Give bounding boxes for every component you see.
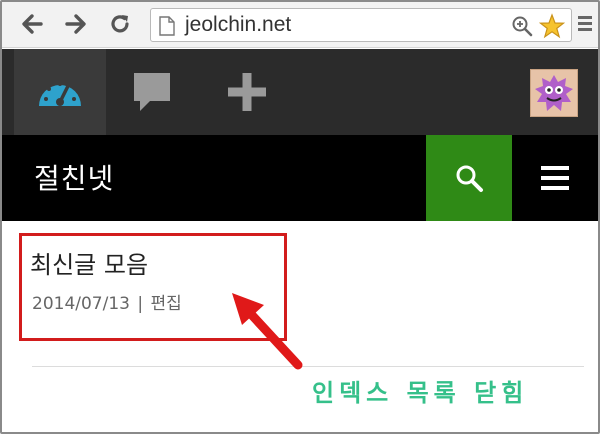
zoom-icon[interactable] xyxy=(511,15,533,37)
back-arrow-icon xyxy=(22,14,43,34)
site-title[interactable]: 절친넷 xyxy=(34,157,114,197)
browser-toolbar: jeolchin.net xyxy=(2,2,598,48)
address-bar[interactable]: jeolchin.net xyxy=(150,8,572,42)
page-icon xyxy=(159,16,175,36)
forward-arrow-icon xyxy=(65,14,86,34)
divider xyxy=(32,366,584,367)
site-header: 절친넷 xyxy=(2,135,598,221)
annotation-text: 인덱스 목록 닫힘 xyxy=(312,379,529,407)
annotation-arrow-icon xyxy=(232,293,303,370)
avatar[interactable] xyxy=(530,69,578,117)
content-area: 최신글 모음 2014/07/13 | 편집 인덱스 목록 닫힘 xyxy=(2,221,598,432)
avatar-icon xyxy=(535,75,573,111)
dashboard-icon xyxy=(39,82,81,106)
reload-button[interactable] xyxy=(106,10,134,38)
screenshot-frame: jeolchin.net 절친넷 최신글 모음 2014/07/13 | 편집 … xyxy=(0,0,600,434)
new-post-button[interactable] xyxy=(207,49,287,135)
hamburger-icon xyxy=(541,176,569,180)
comments-button[interactable] xyxy=(112,49,192,135)
menu-button[interactable] xyxy=(512,135,598,221)
reload-icon xyxy=(111,15,129,33)
dashboard-button[interactable] xyxy=(14,49,106,135)
url-text: jeolchin.net xyxy=(185,13,292,36)
back-button[interactable] xyxy=(18,10,46,38)
chrome-menu-icon[interactable] xyxy=(578,16,592,19)
forward-button[interactable] xyxy=(62,10,90,38)
star-icon[interactable] xyxy=(539,13,565,39)
new-post-icon xyxy=(228,73,266,111)
admin-bar xyxy=(2,49,598,135)
comments-icon xyxy=(134,73,170,111)
search-icon xyxy=(456,165,483,192)
search-button[interactable] xyxy=(426,135,512,221)
